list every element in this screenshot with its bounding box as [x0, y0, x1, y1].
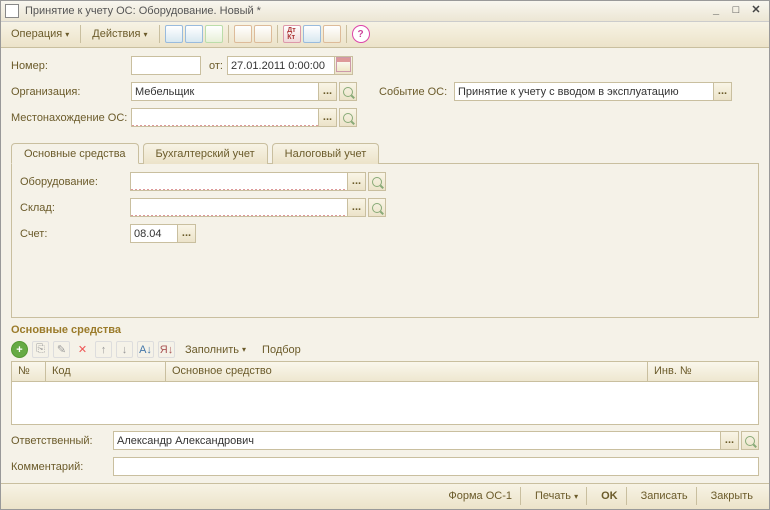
- save-button[interactable]: Записать: [633, 487, 697, 505]
- add-row-button[interactable]: +: [11, 341, 28, 358]
- calendar-icon: [336, 57, 351, 72]
- date-from-label: от:: [201, 60, 227, 72]
- close-button[interactable]: Закрыть: [703, 487, 761, 505]
- main-toolbar: Операция▾ Действия▾ ДтКт ?: [1, 22, 769, 48]
- magnifier-icon: [372, 203, 382, 213]
- comment-label: Комментарий:: [11, 461, 113, 473]
- responsible-lookup-button[interactable]: [741, 431, 759, 450]
- event-select-button[interactable]: ...: [714, 82, 732, 101]
- equipment-select-button[interactable]: ...: [348, 172, 366, 191]
- toolbar-icon-1[interactable]: [165, 25, 183, 43]
- org-lookup-button[interactable]: [339, 82, 357, 101]
- sort-asc-button[interactable]: A↓: [137, 341, 154, 358]
- tab-panel: Оборудование: ... Склад: ... Счет: ...: [11, 164, 759, 318]
- date-input[interactable]: [227, 56, 335, 75]
- comment-input[interactable]: [113, 457, 759, 476]
- account-select-button[interactable]: ...: [178, 224, 196, 243]
- location-select-button[interactable]: ...: [319, 108, 337, 127]
- dtkt-icon[interactable]: ДтКт: [283, 25, 301, 43]
- location-lookup-button[interactable]: [339, 108, 357, 127]
- help-icon[interactable]: ?: [352, 25, 370, 43]
- magnifier-icon: [343, 113, 353, 123]
- warehouse-input[interactable]: [130, 198, 348, 217]
- col-num[interactable]: №: [12, 362, 46, 381]
- warehouse-select-button[interactable]: ...: [348, 198, 366, 217]
- location-input[interactable]: [131, 108, 319, 127]
- footer-form: Ответственный: ... Комментарий:: [1, 425, 769, 483]
- close-window-button[interactable]: ✕: [747, 3, 765, 19]
- toolbar-icon-4[interactable]: [234, 25, 252, 43]
- location-label: Местонахождение ОС:: [11, 112, 131, 124]
- ok-button[interactable]: OK: [593, 487, 627, 505]
- org-input[interactable]: [131, 82, 319, 101]
- event-label: Событие ОС:: [379, 86, 454, 98]
- toolbar-icon-5[interactable]: [254, 25, 272, 43]
- copy-row-button[interactable]: ⎘: [32, 341, 49, 358]
- date-picker-button[interactable]: [335, 56, 353, 75]
- org-select-button[interactable]: ...: [319, 82, 337, 101]
- minimize-button[interactable]: _: [707, 3, 725, 19]
- edit-row-button[interactable]: ✎: [53, 341, 70, 358]
- col-asset[interactable]: Основное средство: [166, 362, 648, 381]
- header-form: Номер: от: Организация: ... Событие ОС: …: [1, 48, 769, 138]
- tab-tax[interactable]: Налоговый учет: [272, 143, 380, 164]
- tab-strip: Основные средства Бухгалтерский учет Нал…: [11, 142, 759, 164]
- app-window: Принятие к учету ОС: Оборудование. Новый…: [0, 0, 770, 510]
- number-label: Номер:: [11, 60, 131, 72]
- sort-desc-button[interactable]: Я↓: [158, 341, 175, 358]
- fill-menu[interactable]: Заполнить▾: [179, 342, 252, 358]
- form-os1-button[interactable]: Форма ОС-1: [440, 487, 521, 505]
- equipment-input[interactable]: [130, 172, 348, 191]
- org-label: Организация:: [11, 86, 131, 98]
- responsible-label: Ответственный:: [11, 435, 113, 447]
- event-input[interactable]: Принятие к учету с вводом в эксплуатацию: [454, 82, 714, 101]
- app-icon: [5, 4, 19, 18]
- tab-accounting[interactable]: Бухгалтерский учет: [143, 143, 268, 164]
- assets-section-title: Основные средства: [11, 324, 759, 336]
- print-menu[interactable]: Печать ▾: [527, 487, 587, 505]
- toolbar-icon-6[interactable]: [303, 25, 321, 43]
- warehouse-lookup-button[interactable]: [368, 198, 386, 217]
- toolbar-icon-2[interactable]: [185, 25, 203, 43]
- equipment-label: Оборудование:: [20, 176, 130, 188]
- titlebar: Принятие к учету ОС: Оборудование. Новый…: [1, 1, 769, 22]
- window-title: Принятие к учету ОС: Оборудование. Новый…: [25, 5, 261, 17]
- grid-toolbar: + ⎘ ✎ ✕ ↑ ↓ A↓ Я↓ Заполнить▾ Подбор: [1, 338, 769, 361]
- responsible-input[interactable]: [113, 431, 721, 450]
- actions-menu[interactable]: Действия▾: [86, 26, 153, 42]
- magnifier-icon: [745, 436, 755, 446]
- equipment-lookup-button[interactable]: [368, 172, 386, 191]
- col-inv[interactable]: Инв. №: [648, 362, 758, 381]
- number-input[interactable]: [131, 56, 201, 75]
- magnifier-icon: [372, 177, 382, 187]
- delete-row-button[interactable]: ✕: [74, 341, 91, 358]
- operation-menu[interactable]: Операция▾: [5, 26, 75, 42]
- col-code[interactable]: Код: [46, 362, 166, 381]
- maximize-button[interactable]: □: [727, 3, 745, 19]
- responsible-select-button[interactable]: ...: [721, 431, 739, 450]
- assets-grid[interactable]: № Код Основное средство Инв. №: [11, 361, 759, 425]
- move-up-button[interactable]: ↑: [95, 341, 112, 358]
- warehouse-label: Склад:: [20, 202, 130, 214]
- toolbar-icon-3[interactable]: [205, 25, 223, 43]
- move-down-button[interactable]: ↓: [116, 341, 133, 358]
- dialog-footer: Форма ОС-1 Печать ▾ OK Записать Закрыть: [1, 483, 769, 509]
- toolbar-icon-7[interactable]: [323, 25, 341, 43]
- account-label: Счет:: [20, 228, 130, 240]
- grid-header: № Код Основное средство Инв. №: [12, 362, 758, 382]
- magnifier-icon: [343, 87, 353, 97]
- tab-main-assets[interactable]: Основные средства: [11, 143, 139, 164]
- account-input[interactable]: [130, 224, 178, 243]
- selection-button[interactable]: Подбор: [256, 342, 307, 358]
